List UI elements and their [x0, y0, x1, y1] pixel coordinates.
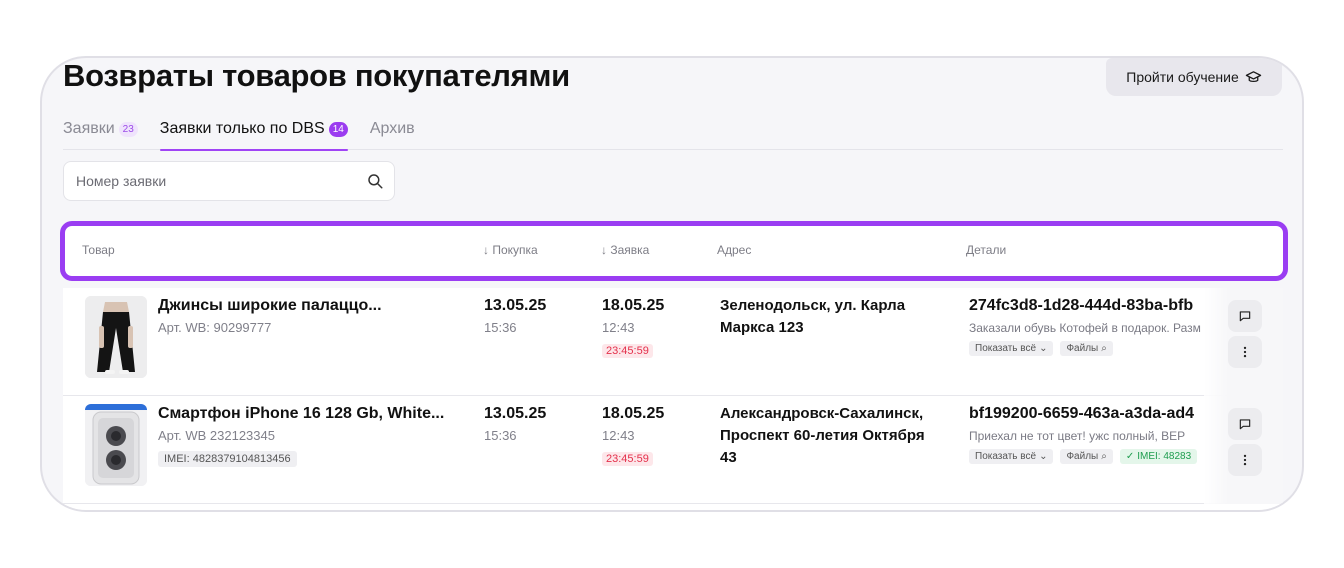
address: Зеленодольск, ул. Карла Маркса 123 [720, 297, 906, 336]
show-all-button[interactable]: Показать всё ⌄ [969, 449, 1054, 464]
graduation-cap-icon [1245, 70, 1261, 82]
learn-button-label: Пройти обучение [1126, 69, 1239, 85]
customer-comment: Приехал не тот цвет! ужс полный, ВЕР [969, 429, 1186, 443]
page-title: Возвраты товаров покупателями [63, 58, 570, 93]
request-time: 12:43 [602, 428, 635, 443]
tabs: Заявки 23 Заявки только по DBS 14 Архив [63, 112, 1283, 151]
more-vertical-icon [1243, 454, 1247, 466]
column-details: Детали [966, 243, 1007, 257]
product-name[interactable]: Джинсы широкие палаццо... [158, 297, 382, 315]
check-icon: ✓ [1125, 451, 1135, 462]
search-box [63, 161, 395, 201]
chat-icon [1239, 419, 1251, 430]
search-input[interactable] [76, 173, 366, 189]
show-all-button[interactable]: Показать всё ⌄ [969, 341, 1054, 356]
purchase-date: 13.05.25 [484, 297, 547, 314]
tab-archive[interactable]: Архив [370, 112, 415, 150]
column-product: Товар [82, 243, 115, 257]
purchase-date: 13.05.25 [484, 405, 547, 422]
tab-requests-badge: 23 [118, 122, 138, 137]
purchase-time: 15:36 [484, 320, 517, 335]
tab-dbs-requests[interactable]: Заявки только по DBS 14 [159, 112, 348, 151]
table-row[interactable] [63, 504, 1283, 510]
tab-dbs-label: Заявки только по DBS [159, 120, 325, 137]
request-time: 12:43 [602, 320, 635, 335]
details: bf199200-6659-463a-a3da-ad4 Приехал не т… [969, 396, 1204, 504]
address: Александровск-Сахалинск, Проспект 60-лет… [720, 405, 925, 466]
imei-verified-chip: ✓ IMEI: 48283 [1119, 449, 1198, 464]
deadline-timer: 23:45:59 [602, 344, 653, 358]
details: 274fc3d8-1d28-444d-83ba-bfb Заказали обу… [969, 288, 1204, 396]
customer-comment: Заказали обувь Котофей в подарок. Разм [969, 321, 1201, 335]
purchase-time: 15:36 [484, 428, 517, 443]
paperclip-icon: ⌕ [1101, 451, 1107, 462]
product-article: Арт. WB: 90299777 [158, 320, 272, 335]
chevron-down-icon: ⌄ [1039, 343, 1048, 354]
request-date: 18.05.25 [602, 297, 665, 314]
returns-table: Джинсы широкие палаццо... Арт. WB: 90299… [63, 288, 1283, 510]
more-vertical-icon [1243, 346, 1247, 358]
column-request-sort[interactable]: ↓ Заявка [601, 243, 649, 257]
table-row[interactable]: Джинсы широкие палаццо... Арт. WB: 90299… [63, 288, 1283, 396]
order-id[interactable]: 274fc3d8-1d28-444d-83ba-bfb [969, 297, 1193, 315]
chat-icon [1239, 311, 1251, 322]
tab-archive-label: Архив [369, 120, 415, 137]
chat-button[interactable] [1228, 408, 1262, 440]
table-header: Товар ↓ Покупка ↓ Заявка Адрес Детали [60, 221, 1288, 281]
show-all-label: Показать всё [975, 451, 1037, 462]
search-icon[interactable] [366, 172, 384, 190]
show-all-label: Показать всё [975, 343, 1037, 354]
files-button[interactable]: Файлы ⌕ [1060, 449, 1113, 464]
product-image-jeans[interactable] [85, 296, 147, 378]
request-date: 18.05.25 [602, 405, 665, 422]
chevron-down-icon: ⌄ [1039, 451, 1048, 462]
table-row[interactable]: Смартфон iPhone 16 128 Gb, White... Арт.… [63, 396, 1283, 504]
files-label: Файлы [1066, 343, 1099, 354]
chat-button[interactable] [1228, 300, 1262, 332]
product-image-iphone[interactable] [85, 404, 147, 486]
product-article: Арт. WB 232123345 [158, 428, 275, 443]
more-button[interactable] [1228, 444, 1262, 476]
tab-dbs-badge: 14 [328, 122, 348, 137]
tab-requests[interactable]: Заявки 23 [63, 112, 138, 150]
order-id[interactable]: bf199200-6659-463a-a3da-ad4 [969, 405, 1194, 423]
paperclip-icon: ⌕ [1101, 343, 1107, 354]
product-name[interactable]: Смартфон iPhone 16 128 Gb, White... [158, 405, 444, 423]
files-label: Файлы [1066, 451, 1099, 462]
returns-panel: Возвраты товаров покупателями Пройти обу… [40, 56, 1304, 512]
files-button[interactable]: Файлы ⌕ [1060, 341, 1113, 356]
deadline-timer: 23:45:59 [602, 452, 653, 466]
more-button[interactable] [1228, 336, 1262, 368]
imei-verified-label: IMEI: 48283 [1137, 451, 1192, 462]
column-address: Адрес [717, 243, 752, 257]
column-purchase-sort[interactable]: ↓ Покупка [483, 243, 538, 257]
tab-requests-label: Заявки [63, 120, 115, 137]
learn-button[interactable]: Пройти обучение [1106, 58, 1282, 96]
imei-badge: IMEI: 4828379104813456 [158, 451, 297, 467]
